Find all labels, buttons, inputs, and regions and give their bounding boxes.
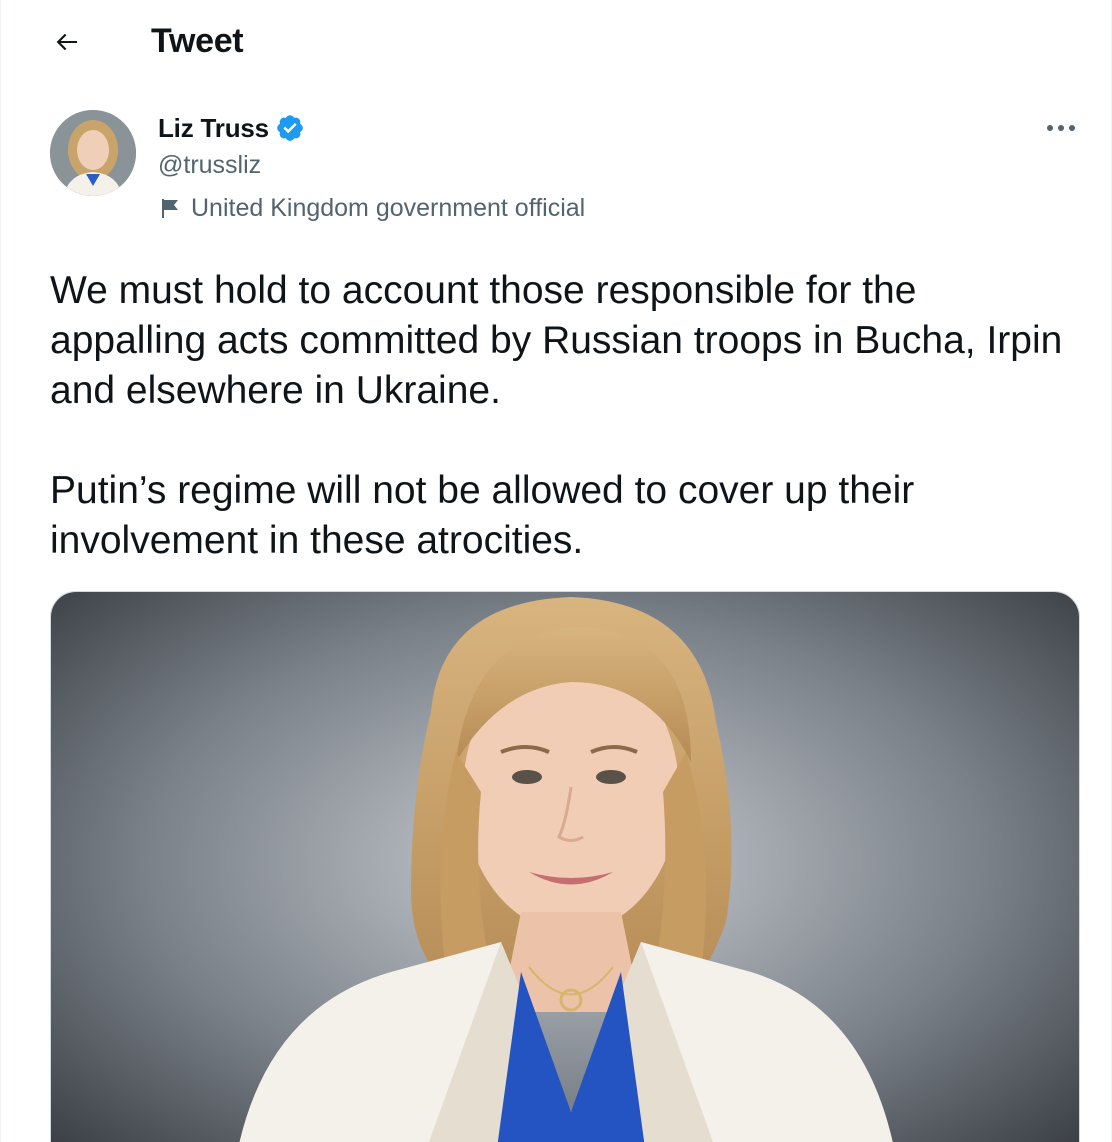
account-label: United Kingdom government official	[159, 192, 585, 224]
account-label-text: United Kingdom government official	[191, 194, 586, 222]
back-button[interactable]	[45, 20, 89, 64]
author-handle[interactable]: @trussliz	[158, 148, 261, 182]
avatar[interactable]	[50, 110, 136, 196]
author-display-name[interactable]: Liz Truss	[158, 113, 269, 144]
more-options-button[interactable]	[1039, 108, 1083, 148]
page-title: Tweet	[151, 22, 244, 60]
verified-badge-icon	[277, 115, 303, 141]
arrow-left-icon	[56, 33, 77, 51]
avatar-photo	[50, 110, 136, 196]
more-options-icon	[1047, 125, 1075, 131]
tweet-text: We must hold to account those responsibl…	[50, 266, 1080, 566]
tweet-page: Tweet Liz Truss @trussliz United Kingdom…	[0, 0, 1112, 1142]
tweet-paragraph: We must hold to account those responsibl…	[50, 269, 1063, 412]
tweet-paragraph: Putin’s regime will not be allowed to co…	[50, 469, 915, 562]
tweet-header: Tweet	[1, 0, 1111, 84]
portrait-image	[51, 592, 1079, 1142]
author-name-row[interactable]: Liz Truss	[158, 110, 305, 146]
tweet-media-photo[interactable]	[50, 591, 1080, 1142]
flag-icon	[162, 199, 178, 218]
